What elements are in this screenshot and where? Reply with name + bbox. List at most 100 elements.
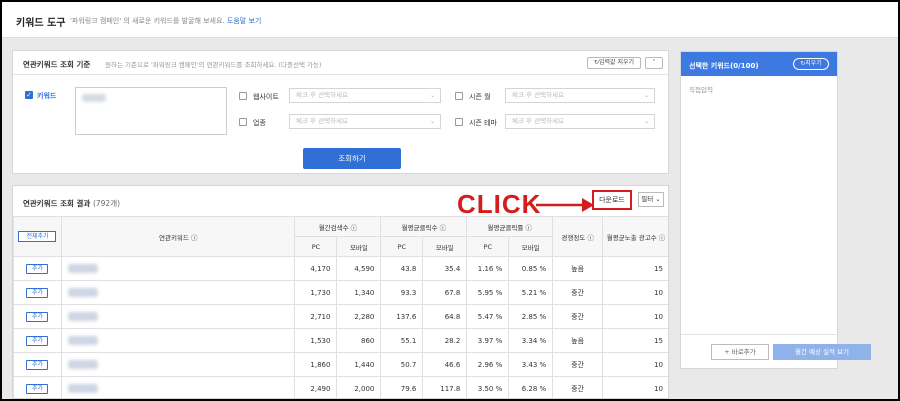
add-now-button[interactable]: + 바로추가 <box>711 344 769 360</box>
download-button[interactable]: 다운로드 <box>592 190 632 210</box>
website-select[interactable]: 체크 후 선택하세요 ⌄ <box>289 88 441 103</box>
chevron-up-icon: ˄ <box>652 59 656 66</box>
clicks-pc-cell: 93.3 <box>380 280 424 305</box>
collapse-button[interactable]: ˄ <box>645 57 663 69</box>
season-month-select-value: 체크 후 선택하세요 <box>512 91 564 99</box>
chevron-down-icon: ⌄ <box>643 92 649 99</box>
keyword-cell <box>60 376 296 398</box>
ad-count-cell: 10 <box>602 304 668 329</box>
col-ctr-pc[interactable]: PC <box>466 236 510 257</box>
industry-select[interactable]: 체크 후 선택하세요 ⌄ <box>289 114 441 129</box>
selected-keywords-footer: + 바로추가 월간 예상 실적 보기 <box>681 334 871 368</box>
ctr-mobile-cell: 6.28 % <box>508 376 554 398</box>
ad-count-cell: 15 <box>602 256 668 281</box>
col-competition-label: 경쟁정도 <box>561 233 586 242</box>
col-keyword[interactable]: 연관키워드 ⓘ <box>60 216 296 257</box>
search-mobile-cell: 2,280 <box>336 304 382 329</box>
direct-input[interactable]: 직접입력 <box>689 84 713 94</box>
col-search-mobile[interactable]: 모바일 <box>336 236 382 257</box>
blurred-keyword[interactable] <box>67 384 98 393</box>
clicks-pc-cell: 79.6 <box>380 376 424 398</box>
blurred-keyword[interactable] <box>67 336 98 345</box>
col-ctr-mobile[interactable]: 모바일 <box>508 236 554 257</box>
col-monthly-ctr-label: 월평균클릭률 <box>487 223 524 232</box>
selected-keywords-panel: 선택한 키워드(0/100) ↻지우기 직접입력 + 바로추가 월간 예상 실적… <box>680 51 871 369</box>
clicks-pc-cell: 43.8 <box>380 256 424 281</box>
results-title: 연관키워드 조회 결과 (792개) <box>23 198 120 209</box>
col-clicks-mobile[interactable]: 모바일 <box>422 236 468 257</box>
competition-cell: 중간 <box>552 376 604 398</box>
blurred-keyword[interactable] <box>67 264 98 273</box>
criteria-desc: 원하는 기준으로 '파워링크 캠페인'의 연관키워드를 조회하세요. (다중선택… <box>105 61 322 69</box>
clear-button[interactable]: ↻지우기 <box>793 58 829 70</box>
clicks-mobile-cell: 67.8 <box>422 280 468 305</box>
filter-button[interactable]: 필터 ⌄ <box>638 192 664 207</box>
col-monthly-clicks-label: 월평균클릭수 <box>401 223 438 232</box>
chevron-down-icon: ⌄ <box>643 118 649 125</box>
col-clicks-pc[interactable]: PC <box>380 236 424 257</box>
add-keyword-button[interactable]: 추가 <box>26 335 49 346</box>
blurred-keyword <box>82 94 106 102</box>
blurred-keyword[interactable] <box>67 288 98 297</box>
season-theme-label: 시즌 테마 <box>469 119 497 127</box>
clicks-mobile-cell: 64.8 <box>422 304 468 329</box>
clicks-mobile-cell: 117.8 <box>422 376 468 398</box>
criteria-title: 연관키워드 조회 기준 <box>23 60 91 69</box>
col-competition[interactable]: 경쟁정도 ⓘ <box>552 216 604 257</box>
add-cell: 추가 <box>13 256 62 281</box>
season-theme-select[interactable]: 체크 후 선택하세요 ⌄ <box>505 114 655 129</box>
add-keyword-button[interactable]: 추가 <box>26 383 49 394</box>
season-month-select[interactable]: 체크 후 선택하세요 ⌄ <box>505 88 655 103</box>
competition-cell: 높음 <box>552 256 604 281</box>
competition-cell: 높음 <box>552 328 604 353</box>
season-theme-checkbox[interactable] <box>455 118 463 126</box>
add-keyword-button[interactable]: 추가 <box>26 287 49 298</box>
add-keyword-button[interactable]: 추가 <box>26 359 49 370</box>
industry-select-value: 체크 후 선택하세요 <box>296 117 348 125</box>
add-all-header: 전체추가 <box>13 216 62 257</box>
ctr-pc-cell: 1.16 % <box>466 256 510 281</box>
results-count: (792개) <box>92 199 121 208</box>
industry-label: 업종 <box>253 119 266 127</box>
keyword-checkbox[interactable]: ✓ <box>25 91 33 99</box>
keyword-cell <box>60 328 296 353</box>
results-panel: 연관키워드 조회 결과 (792개) CLICK 다운로드 필터 ⌄ 전체추가 <box>12 185 669 399</box>
search-mobile-cell: 860 <box>336 328 382 353</box>
ctr-pc-cell: 2.96 % <box>466 352 510 377</box>
col-monthly-search: 월간검색수 ⓘ <box>294 216 382 237</box>
blurred-keyword[interactable] <box>67 312 98 321</box>
clicks-mobile-cell: 35.4 <box>422 256 468 281</box>
criteria-panel: 연관키워드 조회 기준 원하는 기준으로 '파워링크 캠페인'의 연관키워드를 … <box>12 50 669 174</box>
ad-count-cell: 10 <box>602 280 668 305</box>
add-keyword-button[interactable]: 추가 <box>26 263 49 274</box>
search-pc-cell: 1,530 <box>294 328 338 353</box>
blurred-keyword[interactable] <box>67 360 98 369</box>
website-checkbox[interactable] <box>239 92 247 100</box>
ctr-pc-cell: 3.50 % <box>466 376 510 398</box>
add-keyword-button[interactable]: 추가 <box>26 311 49 322</box>
chevron-down-icon: ⌄ <box>653 195 661 203</box>
help-link[interactable]: 도움말 보기 <box>227 17 261 25</box>
search-pc-cell: 2,710 <box>294 304 338 329</box>
search-mobile-cell: 4,590 <box>336 256 382 281</box>
keyword-cell <box>60 304 296 329</box>
col-search-pc[interactable]: PC <box>294 236 338 257</box>
table-row: 추가 1,730 1,340 93.3 67.8 5.95 % 5.21 % 중간 10 <box>13 280 668 305</box>
reset-inputs-button[interactable]: ↻입력값 지우기 <box>587 57 641 69</box>
add-cell: 추가 <box>13 376 62 398</box>
filter-label: 필터 <box>641 195 654 203</box>
add-all-button[interactable]: 전체추가 <box>18 231 57 242</box>
ctr-mobile-cell: 3.34 % <box>508 328 554 353</box>
search-button[interactable]: 조회하기 <box>303 148 401 169</box>
keyword-textarea[interactable] <box>75 87 227 135</box>
season-month-checkbox[interactable] <box>455 92 463 100</box>
industry-checkbox[interactable] <box>239 118 247 126</box>
col-ad-count[interactable]: 월평균노출 광고수 ⓘ <box>602 216 668 257</box>
page-description-text: '파워링크 캠페인' 의 새로운 키워드를 발굴해 보세요. <box>70 17 225 25</box>
info-icon: ⓘ <box>658 233 666 242</box>
search-pc-cell: 4,170 <box>294 256 338 281</box>
ad-count-cell: 10 <box>602 352 668 377</box>
table-row: 추가 2,710 2,280 137.6 64.8 5.47 % 2.85 % 중간 10 <box>13 304 668 329</box>
view-estimate-button[interactable]: 월간 예상 실적 보기 <box>773 344 871 360</box>
app-frame: 키워드 도구 '파워링크 캠페인' 의 새로운 키워드를 발굴해 보세요. 도움… <box>2 2 898 399</box>
